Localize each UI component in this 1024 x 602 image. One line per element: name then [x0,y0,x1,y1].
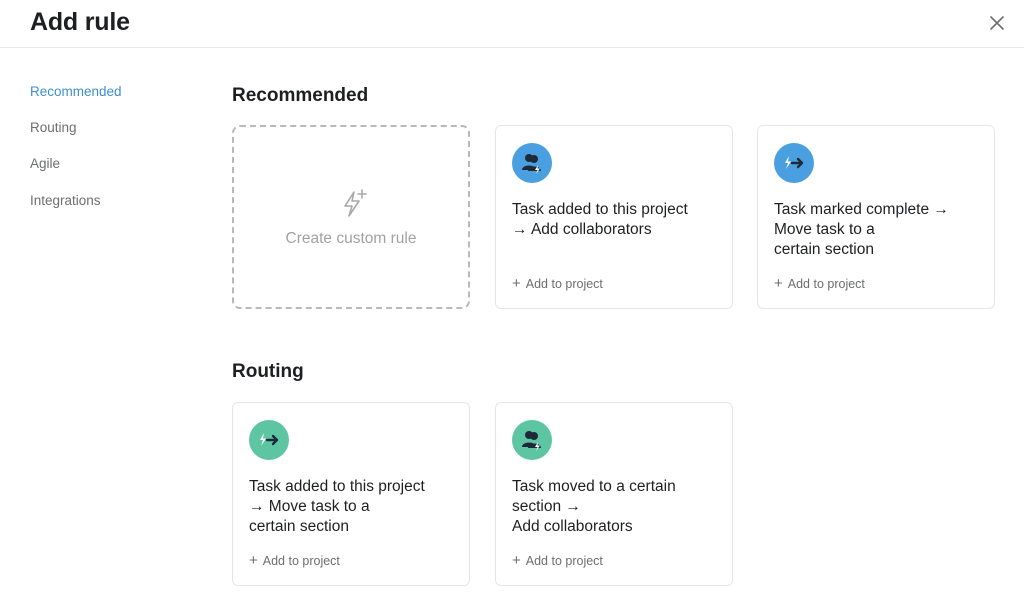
dialog-header: Add rule [0,0,1024,48]
create-custom-rule-label: Create custom rule [285,230,417,247]
collaborators-icon [512,420,552,460]
sidebar-item-recommended[interactable]: Recommended [30,84,122,99]
sidebar: Recommended Routing Agile Integrations [0,48,200,602]
close-button[interactable] [986,12,1008,34]
plus-icon: + [512,552,521,569]
move-task-icon [774,143,814,183]
dialog-title: Add rule [30,8,130,36]
add-to-project-button[interactable]: + Add to project [512,553,603,568]
rule-card[interactable]: Task added to this project → Move task t… [232,402,470,586]
rule-description: Task added to this project → Move task t… [249,478,425,535]
rule-description: Task marked complete → Move task to a ce… [774,201,949,258]
add-to-project-button[interactable]: + Add to project [774,276,865,291]
rule-card[interactable]: Task moved to a certain section → Add co… [495,402,733,586]
sidebar-item-agile[interactable]: Agile [30,156,60,171]
rule-description: Task added to this project → Add collabo… [512,201,688,238]
add-to-project-button[interactable]: + Add to project [249,553,340,568]
plus-icon: + [249,552,258,569]
sidebar-item-integrations[interactable]: Integrations [30,193,101,208]
plus-icon: + [512,275,521,292]
section-title-recommended: Recommended [232,85,369,106]
sparkle-icon [344,189,367,217]
add-rule-dialog: Add rule Recommended Routing Agile Integ… [0,0,1024,602]
rule-description: Task moved to a certain section → Add co… [512,478,676,535]
create-custom-rule-card[interactable]: Create custom rule [232,125,470,309]
sidebar-item-routing[interactable]: Routing [30,120,77,135]
rule-card[interactable]: Task added to this project → Add collabo… [495,125,733,309]
plus-icon: + [774,275,783,292]
collaborators-icon [512,143,552,183]
add-to-project-button[interactable]: + Add to project [512,276,603,291]
close-icon [990,16,1004,30]
section-title-routing: Routing [232,361,304,382]
move-task-icon [249,420,289,460]
rule-card[interactable]: Task marked complete → Move task to a ce… [757,125,995,309]
